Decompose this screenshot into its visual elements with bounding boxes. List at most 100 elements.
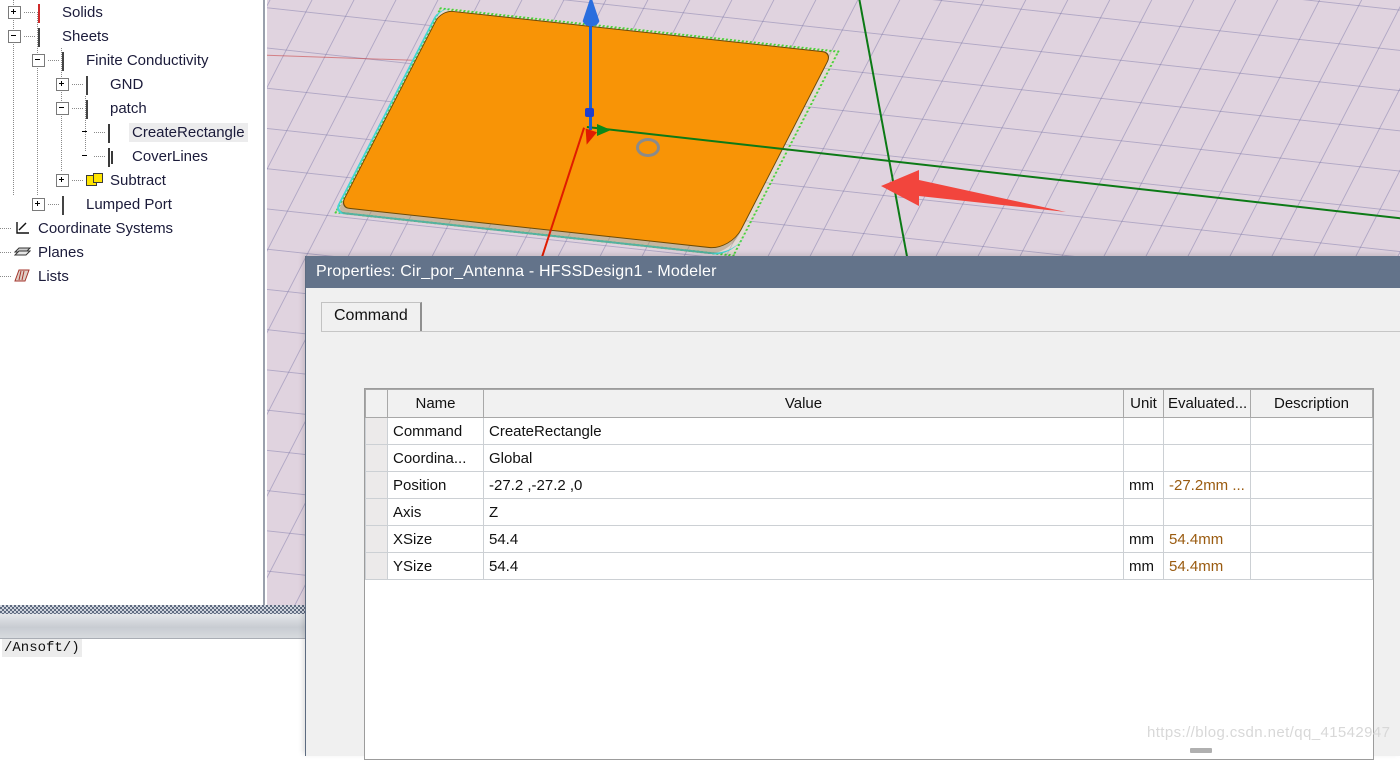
table-body[interactable]: Command CreateRectangle Coordina... Global P… xyxy=(365,417,1373,580)
tree-connector xyxy=(0,275,12,277)
row-selector[interactable] xyxy=(365,417,388,445)
expander-minus-icon[interactable] xyxy=(8,29,21,43)
column-header-evaluated-[interactable]: Evaluated... xyxy=(1163,389,1251,418)
property-value[interactable]: -27.2 ,-27.2 ,0 xyxy=(483,471,1124,499)
tree-item-label: Sheets xyxy=(62,27,109,45)
property-value[interactable]: Global xyxy=(483,444,1124,472)
property-description[interactable] xyxy=(1250,525,1373,553)
property-name[interactable]: Axis xyxy=(387,498,484,526)
property-evaluated[interactable] xyxy=(1163,444,1251,472)
property-unit[interactable]: mm xyxy=(1123,525,1164,553)
tree-item-coverlines[interactable]: CoverLines xyxy=(0,144,263,168)
expander-minus-icon[interactable] xyxy=(56,101,69,115)
table-row[interactable]: Position -27.2 ,-27.2 ,0 mm -27.2mm ... xyxy=(365,471,1373,499)
property-unit[interactable] xyxy=(1123,444,1164,472)
column-header-name[interactable]: Name xyxy=(387,389,484,418)
tree-item-coordinate-systems[interactable]: Coordinate Systems xyxy=(0,216,263,240)
table-row[interactable]: Command CreateRectangle xyxy=(365,417,1373,445)
tree-spacer xyxy=(80,127,91,138)
column-header-description[interactable]: Description xyxy=(1250,389,1373,418)
tree-connector xyxy=(72,179,84,181)
property-value[interactable]: 54.4 xyxy=(483,525,1124,553)
sheet-icon xyxy=(62,196,78,215)
tree-item-createrectangle[interactable]: CreateRectangle xyxy=(0,120,263,144)
dialog-title: Properties: Cir_por_Antenna - HFSSDesign… xyxy=(316,263,717,280)
tree-item-label: Finite Conductivity xyxy=(86,51,209,69)
row-selector[interactable] xyxy=(365,552,388,580)
property-name[interactable]: YSize xyxy=(387,552,484,580)
property-description[interactable] xyxy=(1250,444,1373,472)
annotation-arrow-icon xyxy=(881,170,1066,212)
status-text: /Ansoft/) xyxy=(2,639,82,657)
project-tree-panel[interactable]: Solids Sheets Finite Conductivity GND patch C… xyxy=(0,0,265,607)
property-unit[interactable] xyxy=(1123,417,1164,445)
sheet-icon xyxy=(38,28,54,47)
property-name[interactable]: Position xyxy=(387,471,484,499)
expander-plus-icon[interactable] xyxy=(8,5,21,19)
property-value[interactable]: 54.4 xyxy=(483,552,1124,580)
row-selector[interactable] xyxy=(365,444,388,472)
subtract-icon xyxy=(86,173,103,187)
tree-item-lists[interactable]: Lists xyxy=(0,264,263,288)
origin-marker-icon xyxy=(585,108,594,117)
properties-table[interactable]: Name Value Unit Evaluated... Description Com… xyxy=(365,389,1373,580)
planes-icon xyxy=(13,245,32,259)
property-name[interactable]: Command xyxy=(387,417,484,445)
tree-item-label: CreateRectangle xyxy=(129,122,248,142)
property-name[interactable]: XSize xyxy=(387,525,484,553)
property-value[interactable]: CreateRectangle xyxy=(483,417,1124,445)
property-description[interactable] xyxy=(1250,471,1373,499)
tree-item-finite-conductivity[interactable]: Finite Conductivity xyxy=(0,48,263,72)
column-header-unit[interactable]: Unit xyxy=(1123,389,1164,418)
expander-plus-icon[interactable] xyxy=(32,197,45,211)
property-description[interactable] xyxy=(1250,498,1373,526)
expander-minus-icon[interactable] xyxy=(32,53,45,67)
dialog-titlebar[interactable]: Properties: Cir_por_Antenna - HFSSDesign… xyxy=(306,256,1400,288)
property-unit[interactable]: mm xyxy=(1123,471,1164,499)
column-header-value[interactable]: Value xyxy=(483,389,1124,418)
property-evaluated[interactable] xyxy=(1163,417,1251,445)
tree-item-label: patch xyxy=(110,99,147,117)
column-header-rownum[interactable] xyxy=(365,389,388,418)
tree-item-gnd[interactable]: GND xyxy=(0,72,263,96)
table-row[interactable]: XSize 54.4 mm 54.4mm xyxy=(365,525,1373,553)
expander-plus-icon[interactable] xyxy=(56,77,69,91)
tree-item-label: CoverLines xyxy=(132,147,208,165)
property-name[interactable]: Coordina... xyxy=(387,444,484,472)
tree-item-subtract[interactable]: Subtract xyxy=(0,168,263,192)
property-value[interactable]: Z xyxy=(483,498,1124,526)
tree-item-planes[interactable]: Planes xyxy=(0,240,263,264)
tree-item-lumped-port[interactable]: Lumped Port xyxy=(0,192,263,216)
tree-connector xyxy=(94,131,106,133)
tree-item-patch[interactable]: patch xyxy=(0,96,263,120)
row-selector[interactable] xyxy=(365,498,388,526)
origin-ring-icon xyxy=(636,138,660,157)
tree-connector xyxy=(0,227,12,229)
tree-item-sheets[interactable]: Sheets xyxy=(0,24,263,48)
scroll-nub[interactable] xyxy=(1190,748,1212,753)
tree-item-list[interactable]: Solids Sheets Finite Conductivity GND patch C… xyxy=(0,0,263,288)
tree-item-solids[interactable]: Solids xyxy=(0,0,263,24)
property-evaluated[interactable]: 54.4mm xyxy=(1163,552,1251,580)
sheet-icon xyxy=(62,52,78,71)
property-unit[interactable] xyxy=(1123,498,1164,526)
expander-plus-icon[interactable] xyxy=(56,173,69,187)
property-unit[interactable]: mm xyxy=(1123,552,1164,580)
property-evaluated[interactable]: 54.4mm xyxy=(1163,525,1251,553)
table-row[interactable]: Axis Z xyxy=(365,498,1373,526)
dialog-tabstrip[interactable]: Command xyxy=(321,302,1400,332)
table-row[interactable]: YSize 54.4 mm 54.4mm xyxy=(365,552,1373,580)
properties-dialog[interactable]: Properties: Cir_por_Antenna - HFSSDesign… xyxy=(305,256,1400,760)
property-evaluated[interactable]: -27.2mm ... xyxy=(1163,471,1251,499)
properties-grid[interactable]: Name Value Unit Evaluated... Description Com… xyxy=(364,388,1374,760)
row-selector[interactable] xyxy=(365,525,388,553)
tab-command[interactable]: Command xyxy=(321,302,422,331)
property-description[interactable] xyxy=(1250,552,1373,580)
solid-icon xyxy=(38,4,54,23)
property-evaluated[interactable] xyxy=(1163,498,1251,526)
tree-spacer xyxy=(80,151,91,162)
row-selector[interactable] xyxy=(365,471,388,499)
tree-connector xyxy=(48,59,60,61)
table-row[interactable]: Coordina... Global xyxy=(365,444,1373,472)
property-description[interactable] xyxy=(1250,417,1373,445)
